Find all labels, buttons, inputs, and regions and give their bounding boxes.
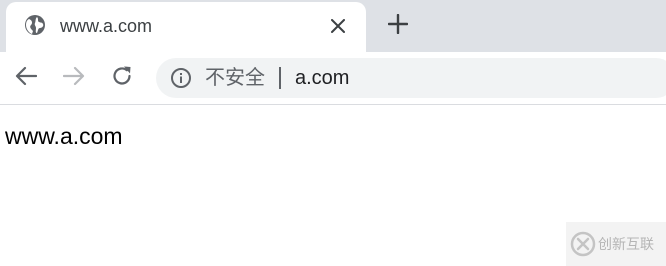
page-body-text: www.a.com — [5, 123, 123, 149]
toolbar: 不安全 a.com — [0, 52, 666, 104]
tab-active[interactable]: www.a.com — [6, 2, 366, 52]
new-tab-button[interactable] — [384, 12, 412, 40]
forward-button[interactable] — [60, 64, 88, 92]
divider — [279, 67, 281, 89]
info-icon[interactable] — [170, 67, 192, 89]
plus-icon — [387, 13, 409, 39]
tab-title: www.a.com — [60, 16, 153, 36]
reload-button[interactable] — [108, 64, 136, 92]
reload-icon — [111, 65, 133, 92]
address-bar[interactable]: 不安全 a.com — [156, 58, 666, 98]
tab-strip: www.a.com — [0, 0, 666, 52]
security-label[interactable]: 不安全 — [205, 67, 265, 89]
forward-arrow-icon — [62, 66, 85, 91]
watermark-logo-icon — [570, 231, 596, 257]
globe-icon — [24, 14, 46, 36]
close-icon[interactable] — [326, 14, 350, 38]
watermark: 创新互联 — [566, 222, 666, 266]
url-text[interactable]: a.com — [295, 67, 349, 89]
watermark-text: 创新互联 — [598, 237, 654, 253]
browser-window: www.a.com 不安全 a.com www.a.com 创新互联 — [0, 0, 666, 266]
back-arrow-icon — [15, 66, 38, 91]
back-button[interactable] — [12, 64, 40, 92]
